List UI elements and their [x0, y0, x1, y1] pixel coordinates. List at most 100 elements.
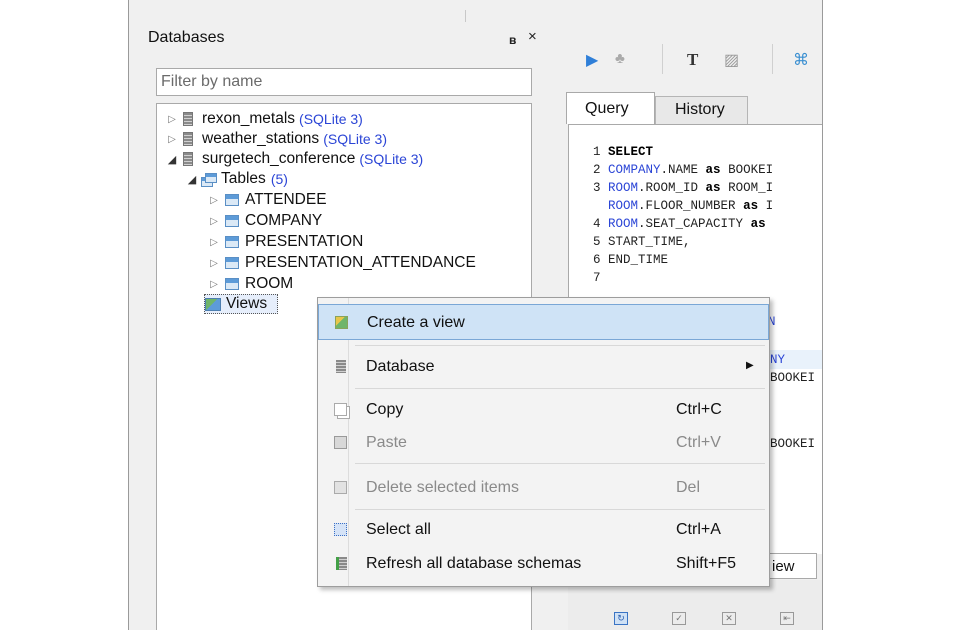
tree-item-table[interactable]: ▷ PRESENTATION: [207, 232, 363, 252]
expand-arrow-icon[interactable]: ▷: [207, 216, 221, 227]
tree-item-table[interactable]: ▷ COMPANY: [207, 211, 322, 231]
table-icon: [225, 236, 239, 248]
menu-item-copy[interactable]: Copy Ctrl+C: [318, 392, 769, 428]
line-number: 7: [593, 271, 609, 285]
code-line: ROOM.FLOOR_NUMBER as I: [593, 199, 773, 213]
code-line: 3 ROOM.ROOM_ID as ROOM_I: [593, 181, 773, 195]
expand-arrow-icon[interactable]: ▷: [207, 258, 221, 269]
rollback-icon[interactable]: ✕: [722, 612, 736, 625]
menu-separator: [355, 345, 765, 346]
code-token: END_TIME: [608, 253, 669, 267]
line-number: 3: [593, 181, 609, 195]
explain-icon[interactable]: ♣: [615, 50, 625, 67]
code-line: 7: [593, 271, 608, 285]
code-token: .ROOM_ID: [638, 181, 706, 195]
tree-item-views[interactable]: Views: [204, 294, 279, 314]
code-line: 5 START_TIME,: [593, 235, 691, 249]
code-line: 6 END_TIME: [593, 253, 668, 267]
table-icon: [225, 215, 239, 227]
code-line: 2 COMPANY.NAME as BOOKEI: [593, 163, 773, 177]
table-name: ROOM: [245, 275, 294, 292]
line-number: 2: [593, 163, 609, 177]
first-row-icon[interactable]: ⇤: [780, 612, 794, 625]
line-number: [593, 199, 608, 213]
edit-query-icon[interactable]: ▨: [724, 50, 739, 70]
tree-item-table[interactable]: ▷ ATTENDEE: [207, 190, 326, 210]
table-icon: [225, 278, 239, 290]
format-text-icon[interactable]: T: [687, 50, 698, 70]
code-token: ROOM: [608, 217, 639, 231]
create-view-icon: [335, 316, 348, 329]
menu-item-database[interactable]: Database ▶: [318, 349, 769, 385]
menu-item-label: Paste: [366, 434, 407, 451]
views-label: Views: [226, 295, 268, 312]
menu-item-label: Create a view: [367, 314, 465, 331]
tree-item-table[interactable]: ▷ PRESENTATION_ATTENDANCE: [207, 253, 476, 273]
menu-item-shortcut: Ctrl+C: [676, 401, 722, 418]
tree-item-table[interactable]: ▷ ROOM: [207, 274, 293, 294]
code-token: .NAME: [660, 163, 706, 177]
database-icon: [183, 152, 193, 166]
commit-icon[interactable]: ✓: [672, 612, 686, 625]
table-name: PRESENTATION: [245, 233, 364, 250]
close-panel-icon[interactable]: ×: [528, 28, 537, 45]
menu-item-create-view[interactable]: Create a view: [318, 304, 769, 340]
code-fragment: BOOKEI: [770, 371, 816, 385]
menu-item-delete-selected[interactable]: Delete selected items Del: [318, 470, 769, 506]
database-icon: [183, 112, 193, 126]
menu-item-shortcut: Shift+F5: [676, 555, 737, 572]
frame-border-right: [822, 0, 823, 630]
collapse-arrow-icon[interactable]: ◢: [185, 173, 199, 186]
database-name: weather_stations: [202, 130, 320, 147]
tree-item-tables[interactable]: ◢ Tables (5): [185, 169, 288, 189]
refresh-results-icon[interactable]: ↻: [614, 612, 628, 625]
menu-item-label: Select all: [366, 521, 431, 538]
menu-item-label: Copy: [366, 401, 404, 418]
filter-input[interactable]: [156, 68, 532, 96]
expand-arrow-icon[interactable]: ▷: [207, 237, 221, 248]
tree-item-database[interactable]: ▷ weather_stations (SQLite 3): [165, 129, 387, 149]
code-line: 4 ROOM.SEAT_CAPACITY as: [593, 217, 766, 231]
tree-item-database[interactable]: ▷ rexon_metals (SQLite 3): [165, 109, 363, 129]
tables-count: (5): [270, 171, 288, 187]
expand-arrow-icon[interactable]: ▷: [207, 195, 221, 206]
refresh-icon: [336, 557, 347, 570]
menu-item-refresh-schemas[interactable]: Refresh all database schemas Shift+F5: [318, 546, 769, 582]
splitter-handle[interactable]: [465, 10, 466, 22]
collapse-arrow-icon[interactable]: ◢: [165, 153, 179, 166]
expand-arrow-icon[interactable]: ▷: [207, 279, 221, 290]
float-panel-icon[interactable]: ʙ: [509, 33, 516, 47]
paste-icon: [334, 436, 347, 449]
database-icon: [336, 360, 346, 373]
code-fragment: NY: [770, 353, 786, 367]
tree-item-database[interactable]: ◢ surgetech_conference (SQLite 3): [165, 149, 423, 169]
menu-item-paste[interactable]: Paste Ctrl+V: [318, 425, 769, 461]
line-number: 5: [593, 235, 609, 249]
code-fragment: BOOKEI: [770, 437, 816, 451]
expand-arrow-icon[interactable]: ▷: [165, 114, 179, 125]
code-token: ROOM: [608, 199, 639, 213]
tab-view[interactable]: iew: [765, 553, 817, 579]
submenu-arrow-icon: ▶: [746, 360, 754, 371]
table-icon: [225, 194, 239, 206]
menu-item-shortcut: Ctrl+A: [676, 521, 721, 538]
menu-item-select-all[interactable]: Select all Ctrl+A: [318, 512, 769, 548]
line-number: 6: [593, 253, 609, 267]
tab-query[interactable]: Query: [566, 92, 655, 124]
expand-arrow-icon[interactable]: ▷: [165, 134, 179, 145]
table-name: COMPANY: [245, 212, 323, 229]
sql-keyword: as: [743, 199, 759, 213]
tables-icon: [201, 172, 217, 187]
sql-keyword: SELECT: [608, 145, 654, 159]
tables-label: Tables: [221, 170, 266, 187]
execute-icon[interactable]: ▶: [586, 50, 598, 70]
sql-keyword: as: [705, 163, 721, 177]
line-number: 1: [593, 145, 609, 159]
command-icon[interactable]: ⌘: [793, 50, 809, 70]
code-token: ROOM_I: [720, 181, 774, 195]
menu-item-label: Refresh all database schemas: [366, 555, 582, 572]
tab-history[interactable]: History: [655, 96, 748, 124]
database-name: surgetech_conference: [202, 150, 356, 167]
views-icon: [205, 297, 221, 311]
databases-panel-title: Databases: [148, 29, 225, 46]
